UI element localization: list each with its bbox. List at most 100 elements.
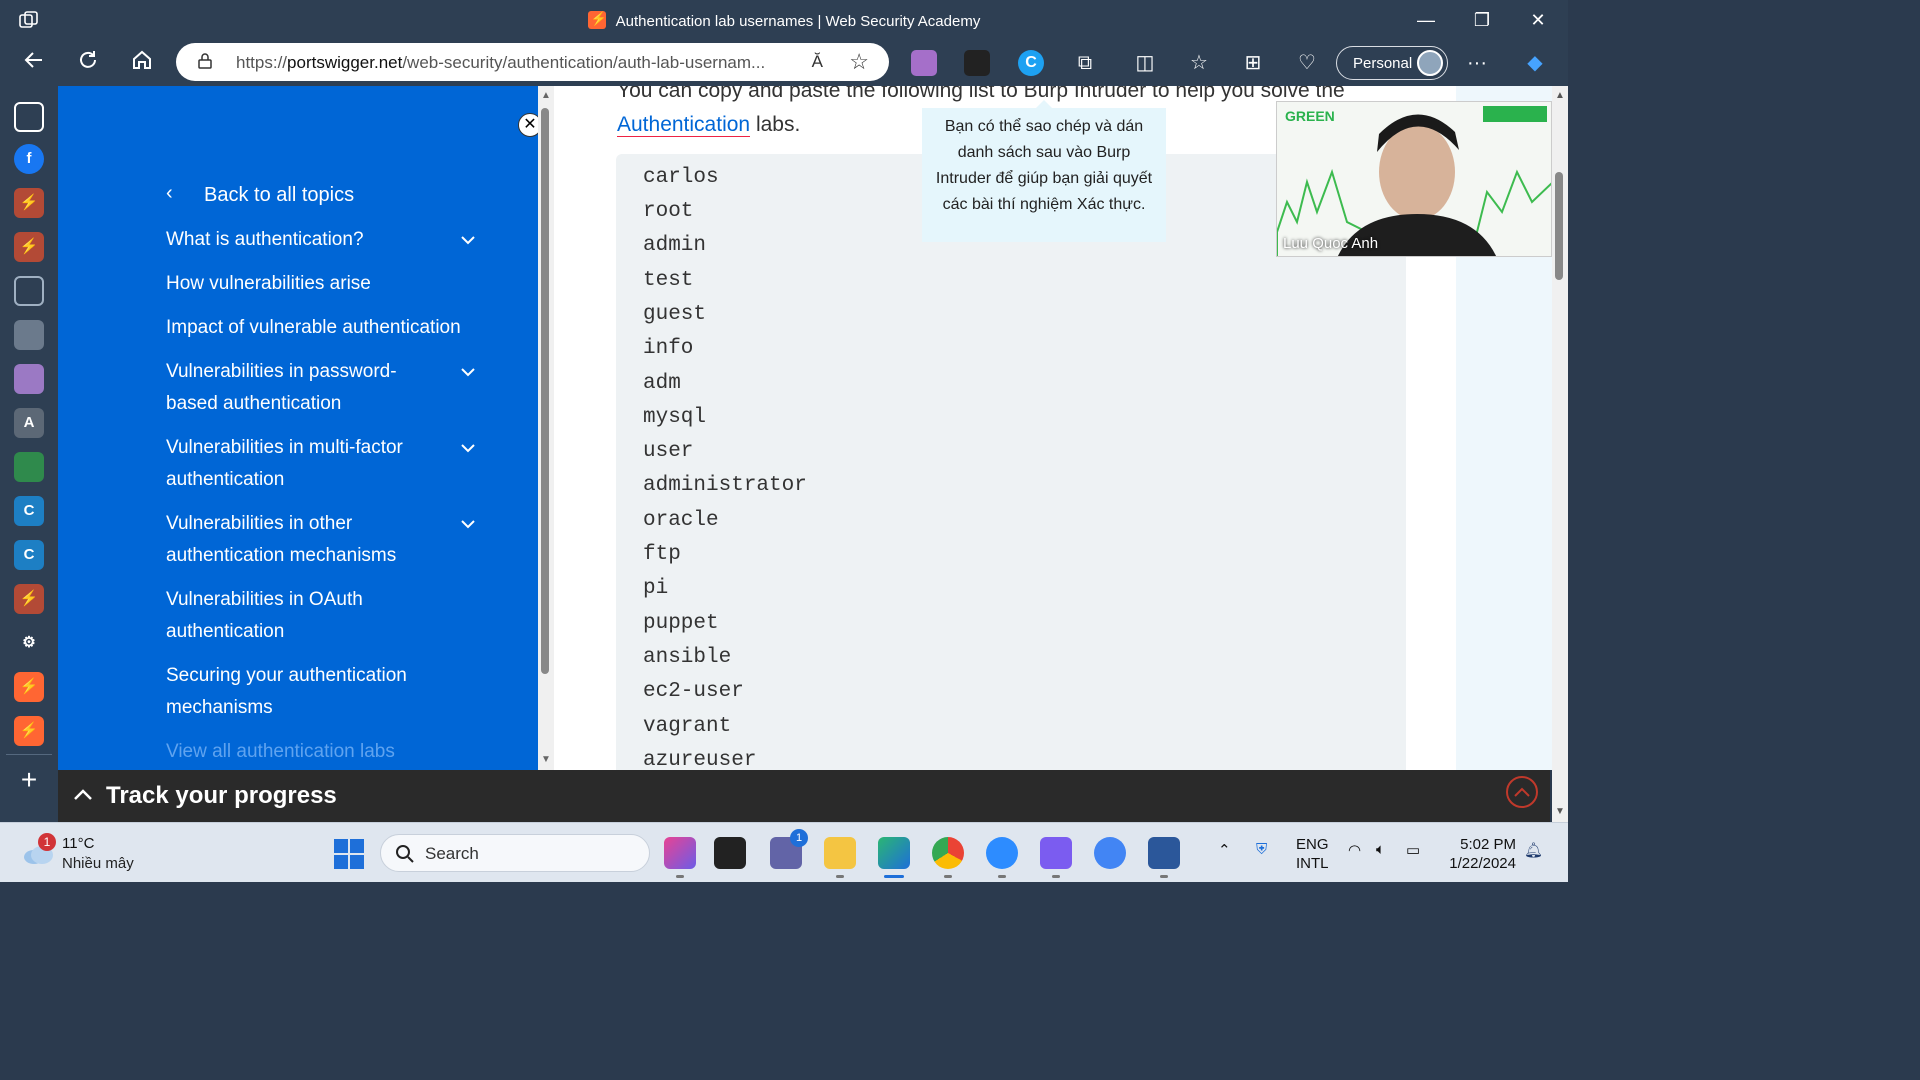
read-aloud-icon[interactable]: Ă (812, 52, 823, 72)
scroll-up-arrow-icon[interactable]: ▲ (1554, 90, 1566, 101)
extension-dark-icon[interactable] (964, 50, 990, 76)
tab-portswigger-icon[interactable]: ⚡ (14, 716, 44, 746)
tab-purple-app-icon[interactable] (14, 364, 44, 394)
clock-date: 1/22/2024 (1449, 855, 1516, 872)
tab-settings-gear-icon[interactable]: ⚙ (14, 628, 44, 658)
show-hidden-icons-chevron-icon[interactable]: ⌃ (1218, 841, 1231, 859)
code-line: test (643, 269, 694, 292)
sidebar-item-multi-factor[interactable]: Vulnerabilities in multi-factor authenti… (166, 432, 426, 496)
page-scroll-thumb[interactable] (1555, 172, 1563, 280)
favorites-icon[interactable]: ☆ (1184, 48, 1214, 78)
video-call-overlay[interactable]: GREEN Luu Quoc Anh (1276, 101, 1552, 257)
chevron-down-icon[interactable] (460, 364, 476, 380)
page-scrollbar[interactable]: ▲ ▼ (1552, 86, 1568, 822)
premiere-app-icon[interactable] (664, 837, 696, 878)
code-line: carlos (643, 166, 719, 189)
split-screen-icon[interactable]: ◫ (1130, 48, 1160, 78)
tab-portswigger-icon[interactable]: ⚡ (14, 584, 44, 614)
task-view-icon[interactable] (714, 837, 746, 869)
chrome-browser-icon[interactable] (932, 837, 964, 878)
chevron-left-icon: ‹ (166, 182, 173, 204)
tab-portswigger-icon[interactable]: ⚡ (14, 232, 44, 262)
tab-contacts-icon[interactable] (14, 320, 44, 350)
address-bar[interactable]: https://portswigger.net/web-security/aut… (176, 43, 889, 81)
close-window-button[interactable]: ✕ (1518, 6, 1558, 34)
chevron-down-icon[interactable] (460, 440, 476, 456)
code-line: vagrant (643, 715, 732, 738)
start-button[interactable] (334, 839, 364, 869)
notifications-bell-icon[interactable]: 🔔︎ (1524, 841, 1543, 859)
translation-tooltip: Bạn có thể sao chép và dán danh sách sau… (922, 100, 1166, 242)
sidebar-item-view-all-labs[interactable]: View all authentication labs (166, 736, 486, 768)
tab-portswigger-icon[interactable]: ⚡ (14, 672, 44, 702)
track-progress-bar[interactable]: Track your progress (58, 770, 1550, 822)
new-tab-button[interactable]: + (14, 766, 44, 796)
scroll-to-top-icon[interactable] (1506, 776, 1538, 808)
chevron-up-icon[interactable] (72, 784, 94, 806)
tab-calendar-icon[interactable] (14, 276, 44, 306)
file-explorer-icon[interactable] (824, 837, 856, 878)
tab-green-app-icon[interactable] (14, 452, 44, 482)
system-clock[interactable]: 5:02 PM 1/22/2024 (1446, 835, 1516, 873)
favorite-star-icon[interactable]: ☆ (849, 49, 869, 75)
extension-c-icon[interactable]: C (1018, 50, 1044, 76)
tab-portswigger-icon[interactable]: ⚡ (14, 188, 44, 218)
chevron-down-icon[interactable] (460, 516, 476, 532)
url-text[interactable]: https://portswigger.net/web-security/aut… (236, 53, 796, 73)
chevron-down-icon[interactable] (460, 232, 476, 248)
sidebar-item-password-based[interactable]: Vulnerabilities in password-based authen… (166, 356, 426, 420)
sidebar-scroll-thumb[interactable] (541, 108, 549, 674)
code-line: ftp (643, 543, 681, 566)
language-indicator[interactable]: ENG INTL (1296, 835, 1329, 873)
topic-sidebar: ✕ ‹ Back to all topics What is authentic… (58, 86, 538, 770)
weather-widget[interactable]: 1 11°C Nhiều mây (20, 833, 170, 875)
back-button[interactable] (18, 48, 50, 78)
home-button[interactable] (126, 48, 158, 78)
tab-c-app-icon[interactable]: C (14, 540, 44, 570)
vertical-tabs: f ⚡ ⚡ A C C ⚡ ⚙ ⚡ ⚡ + (0, 86, 58, 822)
code-line: mysql (643, 406, 707, 429)
volume-icon[interactable]: 🔈︎ (1376, 841, 1385, 858)
sidebar-item-impact[interactable]: Impact of vulnerable authentication (166, 312, 496, 344)
word-app-icon[interactable] (1148, 837, 1180, 878)
tab-text-app-icon[interactable]: A (14, 408, 44, 438)
lock-icon[interactable] (198, 53, 212, 69)
extension-purple-icon[interactable] (911, 50, 937, 76)
search-placeholder: Search (425, 844, 479, 863)
scroll-up-arrow-icon[interactable]: ▲ (540, 90, 552, 102)
burp-suite-icon[interactable] (1040, 837, 1072, 878)
extensions-puzzle-icon[interactable]: ⧉ (1070, 48, 1100, 78)
scroll-down-arrow-icon[interactable]: ▼ (1554, 806, 1566, 817)
home-icon (133, 50, 151, 69)
refresh-button[interactable] (72, 48, 104, 78)
battery-icon[interactable]: ▭ (1406, 841, 1420, 859)
tab-panel-toggle-icon[interactable] (14, 102, 44, 132)
browser-essentials-icon[interactable]: ♡ (1292, 48, 1322, 78)
minimize-button[interactable]: — (1406, 6, 1446, 34)
tab-c-app-icon[interactable]: C (14, 496, 44, 526)
sidebar-scrollbar[interactable]: ▲ ▼ (538, 86, 554, 770)
more-menu-button[interactable]: ··· (1462, 48, 1492, 78)
back-to-topics-label: Back to all topics (204, 184, 355, 206)
sidebar-item-what-is-authentication[interactable]: What is authentication? (166, 224, 486, 256)
wifi-icon[interactable]: ◠ (1348, 841, 1361, 859)
track-progress-label[interactable]: Track your progress (106, 782, 337, 810)
scroll-down-arrow-icon[interactable]: ▼ (540, 754, 552, 766)
sidebar-item-other-mechanisms[interactable]: Vulnerabilities in other authentication … (166, 508, 426, 572)
close-sidebar-button[interactable]: ✕ (518, 113, 538, 137)
zoom-app-icon[interactable] (986, 837, 1018, 878)
security-shield-icon[interactable]: ⛨ (1256, 841, 1267, 858)
copilot-icon[interactable]: ◆ (1520, 48, 1550, 78)
sidebar-item-how-vulnerabilities-arise[interactable]: How vulnerabilities arise (166, 268, 486, 300)
restore-button[interactable]: ❐ (1462, 6, 1502, 34)
edge-browser-icon[interactable] (878, 837, 910, 878)
teams-app-icon[interactable]: 1 (770, 829, 808, 869)
profile-button[interactable]: Personal (1336, 46, 1448, 80)
chrome-profile-icon[interactable] (1094, 837, 1126, 869)
taskbar-search[interactable]: Search (380, 834, 650, 872)
collections-icon[interactable]: ⊞ (1238, 48, 1268, 78)
tab-facebook-icon[interactable]: f (14, 144, 44, 174)
sidebar-item-oauth[interactable]: Vulnerabilities in OAuth authentication (166, 584, 406, 648)
authentication-link[interactable]: Authentication (617, 113, 751, 137)
sidebar-item-securing[interactable]: Securing your authentication mechanisms (166, 660, 436, 724)
